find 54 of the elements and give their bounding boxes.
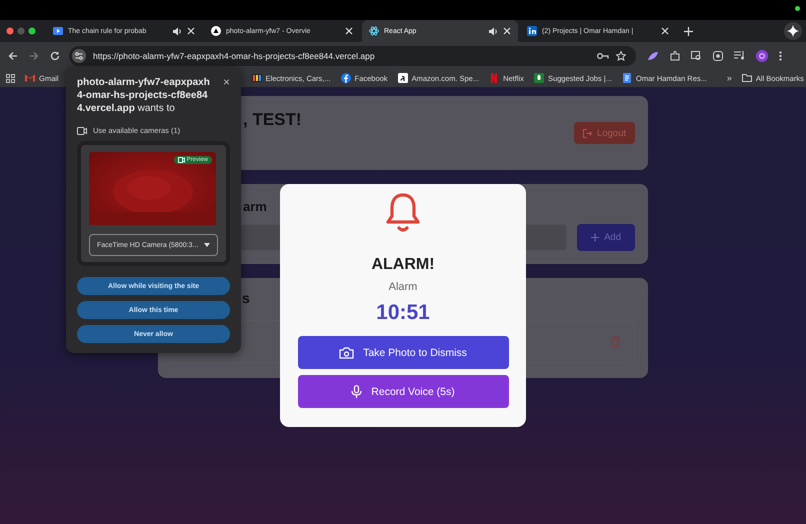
reload-icon[interactable]: [50, 50, 60, 60]
microphone-icon: [351, 384, 362, 398]
key-icon[interactable]: [597, 52, 609, 60]
forward-icon[interactable]: [29, 50, 39, 60]
folder-icon: [742, 74, 752, 82]
dropdown-caret-icon: [204, 243, 210, 247]
speaker-icon[interactable]: [172, 26, 182, 36]
logout-icon: [582, 128, 592, 138]
address-bar[interactable]: https://photo-alarm-yfw7-eapxpaxh4-omar-hs-projects-cf8ee844.vercel.app: [69, 46, 636, 66]
close-icon[interactable]: [661, 27, 669, 35]
prompt-title: photo-alarm-yfw7-eapxpaxh4-omar-hs-projects-cf8ee844.vercel.app wants to: [77, 76, 211, 115]
site-settings-icon[interactable]: [72, 48, 86, 62]
video-icon: [53, 26, 63, 36]
bell-icon: [384, 192, 422, 234]
add-alarm-title: arm: [243, 199, 267, 214]
close-icon[interactable]: [503, 27, 511, 35]
screen-search-icon[interactable]: [691, 50, 702, 60]
alarm-list-title: s: [242, 290, 250, 306]
apps-grid-icon[interactable]: [6, 74, 15, 82]
record-voice-button[interactable]: Record Voice (5s): [298, 375, 508, 408]
triangle-icon: [211, 26, 221, 36]
lens-icon[interactable]: [713, 50, 723, 60]
speaker-icon[interactable]: [488, 26, 498, 36]
sparkle-icon[interactable]: [784, 22, 802, 40]
document-icon: [622, 73, 632, 83]
close-icon[interactable]: [345, 27, 353, 35]
linkedin-icon: [527, 26, 537, 36]
tile-icon: [534, 73, 544, 83]
atom-icon: [369, 26, 379, 36]
mail-icon: [25, 73, 35, 83]
square-a-icon: [398, 73, 408, 83]
close-button[interactable]: ×: [222, 76, 230, 88]
more-menu-icon[interactable]: [779, 50, 782, 60]
media-list-icon[interactable]: [734, 51, 745, 60]
n-logo-icon: [489, 73, 500, 83]
alarm-label: Alarm: [388, 281, 418, 293]
close-icon[interactable]: [187, 27, 195, 35]
stripes-icon: [252, 73, 262, 83]
greeting-title: , TEST!: [243, 110, 302, 130]
more-bookmarks-button[interactable]: »: [726, 73, 732, 83]
take-photo-button[interactable]: Take Photo to Dismiss: [298, 336, 508, 369]
star-icon[interactable]: [616, 50, 626, 60]
camera-icon: [339, 346, 354, 359]
plus-icon: [591, 233, 600, 242]
profile-avatar-icon[interactable]: [756, 50, 768, 62]
camera-icon: [178, 157, 185, 163]
new-tab-icon[interactable]: [684, 26, 693, 36]
circle-f-icon: [340, 73, 351, 83]
alarm-time: 10:51: [376, 301, 430, 325]
puzzle-icon[interactable]: [670, 50, 680, 60]
alarm-title: ALARM!: [371, 256, 435, 274]
status-dot-icon: [795, 6, 800, 11]
back-icon[interactable]: [8, 50, 18, 60]
camera-icon: [77, 126, 87, 134]
